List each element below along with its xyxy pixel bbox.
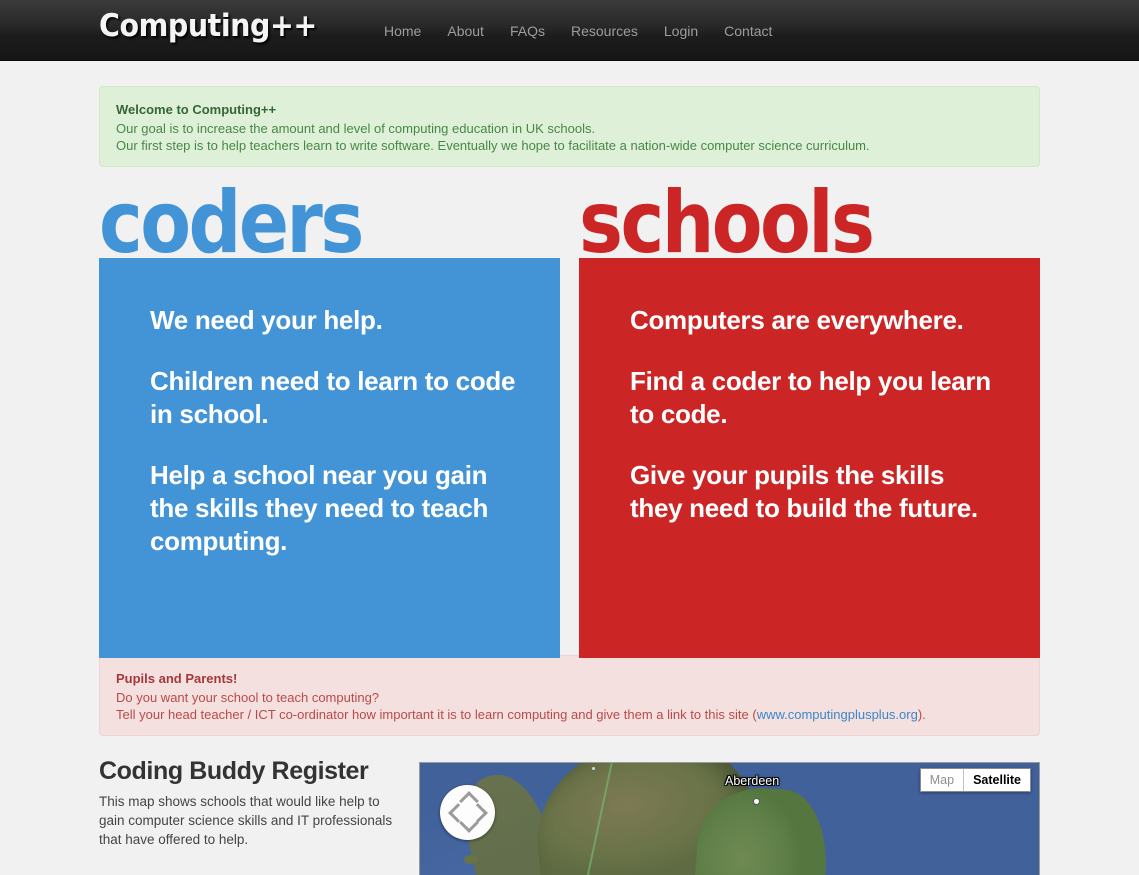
promo-panel-coders: We need your help. Children need to lear… bbox=[99, 258, 560, 658]
promo-heading-coders: coders bbox=[99, 173, 364, 273]
nav-link-about[interactable]: About bbox=[434, 14, 497, 48]
promo-coders-line-3: Help a school near you gain the skills t… bbox=[150, 460, 489, 556]
register-title: Coding Buddy Register bbox=[99, 757, 369, 785]
register-text-block: Coding Buddy Register This map shows sch… bbox=[99, 757, 399, 849]
map-type-map[interactable]: Map bbox=[920, 769, 964, 791]
pupils-parents-alert: Pupils and Parents! Do you want your sch… bbox=[99, 655, 1040, 736]
map-island bbox=[464, 855, 478, 864]
map-pan-control[interactable] bbox=[440, 785, 495, 840]
promo-column-coders: coders We need your help. Children need … bbox=[99, 173, 560, 658]
pupils-alert-line-2-prefix: Tell your head teacher / ICT co-ordinato… bbox=[116, 707, 757, 722]
main-navigation: Home About FAQs Resources Login Contact bbox=[371, 0, 785, 61]
register-description: This map shows schools that would like h… bbox=[99, 794, 393, 847]
computingplusplus-link[interactable]: www.computingplusplus.org bbox=[757, 707, 918, 722]
map-type-switcher: Map Satellite bbox=[919, 768, 1031, 792]
welcome-alert-line-1: Our goal is to increase the amount and l… bbox=[116, 120, 596, 136]
site-logo[interactable]: Computing++ bbox=[99, 8, 317, 44]
promo-schools-line-1: Computers are everywhere. bbox=[630, 305, 964, 335]
content-container: Welcome to Computing++ Our goal is to in… bbox=[99, 61, 1040, 875]
nav-link-login[interactable]: Login bbox=[651, 14, 711, 48]
promo-coders-line-1: We need your help. bbox=[150, 305, 383, 335]
map-label-aberdeen: Aberdeen bbox=[725, 774, 780, 788]
coding-buddy-map[interactable]: Aberdeen Map Satellite Map Data bbox=[419, 762, 1040, 875]
promo-row: coders We need your help. Children need … bbox=[99, 173, 1040, 658]
promo-panel-schools: Computers are everywhere. Find a coder t… bbox=[579, 258, 1040, 658]
promo-schools-line-2: Find a coder to help you learn to code. bbox=[630, 366, 991, 429]
welcome-alert-line-2: Our first step is to help teachers learn… bbox=[116, 138, 870, 153]
page-root: Computing++ Home About FAQs Resources Lo… bbox=[0, 0, 1139, 875]
navbar-inner: Computing++ Home About FAQs Resources Lo… bbox=[99, 0, 1040, 61]
nav-link-home[interactable]: Home bbox=[371, 14, 434, 48]
pupils-alert-line-1: Do you want your school to teach computi… bbox=[116, 689, 380, 705]
map-city-dot-aberdeen bbox=[753, 798, 760, 805]
promo-schools-line-3: Give your pupils the skills they need to… bbox=[630, 460, 978, 523]
welcome-alert-title: Welcome to Computing++ bbox=[116, 102, 277, 117]
map-place-dot bbox=[592, 767, 595, 770]
promo-heading-schools: schools bbox=[579, 173, 875, 273]
nav-link-resources[interactable]: Resources bbox=[558, 14, 651, 48]
pupils-alert-line-2-suffix: ). bbox=[917, 707, 926, 722]
map-type-satellite[interactable]: Satellite bbox=[963, 769, 1030, 791]
pupils-alert-line-2: Tell your head teacher / ICT co-ordinato… bbox=[116, 706, 1024, 724]
register-row: Coding Buddy Register This map shows sch… bbox=[99, 757, 1040, 875]
nav-link-faqs[interactable]: FAQs bbox=[497, 14, 558, 48]
pupils-alert-title: Pupils and Parents! bbox=[116, 671, 238, 686]
top-navbar: Computing++ Home About FAQs Resources Lo… bbox=[0, 0, 1139, 61]
nav-link-contact[interactable]: Contact bbox=[711, 14, 785, 48]
welcome-alert: Welcome to Computing++ Our goal is to in… bbox=[99, 86, 1040, 167]
promo-column-schools: schools Computers are everywhere. Find a… bbox=[579, 173, 1040, 658]
promo-coders-line-2: Children need to learn to code in school… bbox=[150, 366, 516, 429]
